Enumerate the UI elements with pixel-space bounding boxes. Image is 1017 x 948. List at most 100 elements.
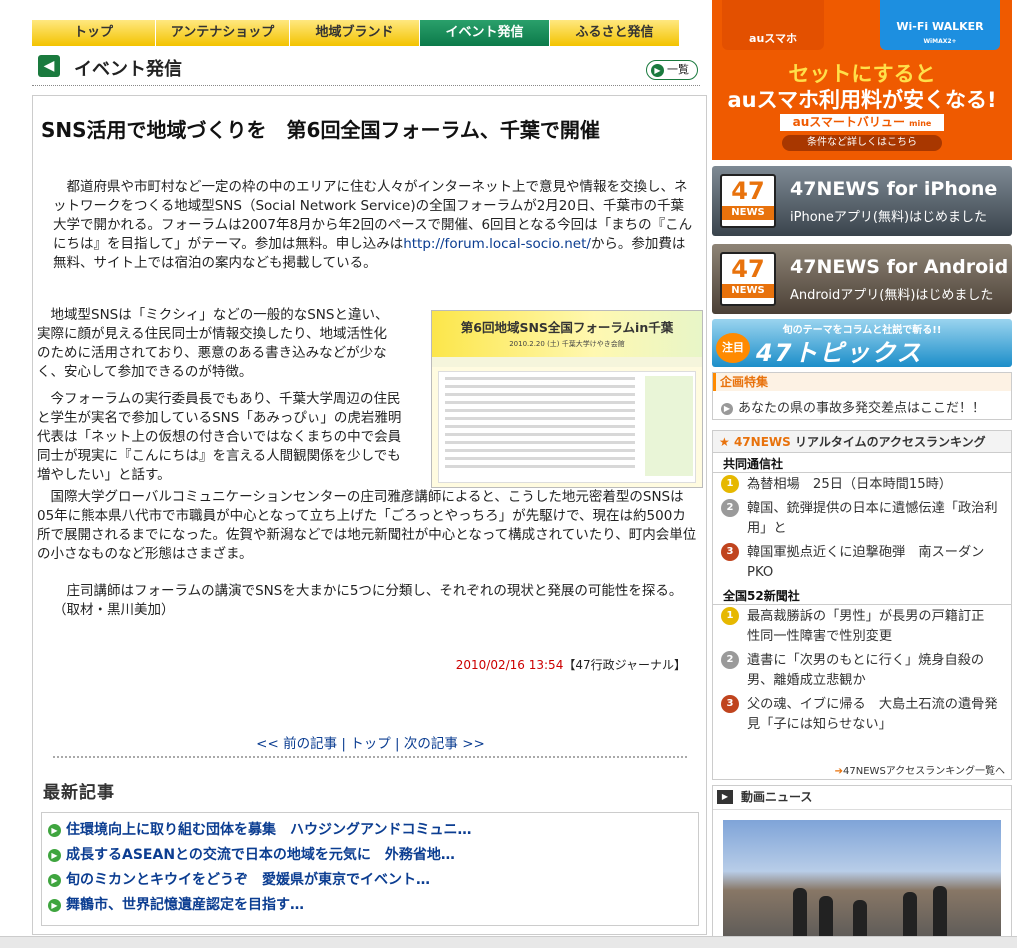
access-ranking: ★ 47NEWS リアルタイムのアクセスランキング 共同通信社 1 為替相場 25…	[712, 430, 1012, 780]
tab-antenna-shop[interactable]: アンテナショップ	[156, 20, 290, 46]
ranking-item[interactable]: 3 韓国軍拠点近くに迫撃砲弾 南スーダンPKO	[713, 541, 1011, 585]
logo-number: 47	[731, 255, 765, 283]
nav-separator: |	[341, 736, 346, 752]
article-paragraph: 国際大学グローバルコミュニケーションセンターの庄司雅彦講師によると、こうした地元…	[37, 489, 697, 562]
figure-title: 第6回地域SNS全国フォーラムin千葉	[460, 320, 674, 335]
nav-tabs: トップ アンテナショップ 地域ブランド イベント発信 ふるさと発信	[32, 20, 692, 46]
video-play-icon: ▶	[717, 790, 733, 804]
ranking-item-title: 最高裁勝訴の「男性」が長男の戸籍訂正 性同一性障害で性別変更	[747, 609, 998, 644]
figure-body	[438, 371, 696, 483]
ad-product-name-text: auスマートバリュー	[792, 115, 905, 129]
ranking-item[interactable]: 1 為替相場 25日（日本時間15時）	[713, 473, 1011, 497]
figure-sidebar	[645, 376, 693, 476]
section-title: イベント発信	[74, 59, 182, 80]
bullet-arrow-icon: ▶	[48, 899, 61, 912]
article-paragraph: 庄司講師はフォーラムの講演でSNSを大まかに5つに分類し、それぞれの現状と発展の…	[53, 583, 683, 618]
nav-separator: |	[395, 736, 400, 752]
top-link[interactable]: トップ	[350, 736, 391, 752]
latest-article-item[interactable]: ▶ 成長するASEANとの交流で日本の地域を元気に 外務省地…	[48, 844, 698, 869]
ranking-item-title: 父の魂、イブに帰る 大島土石流の遺骨発見「子には知らせない」	[747, 697, 998, 732]
rank-1-icon: 1	[721, 475, 739, 493]
ranking-item[interactable]: 1 最高裁勝訴の「男性」が長男の戸籍訂正 性同一性障害で性別変更	[713, 605, 1011, 649]
ranking-item-title: 韓国軍拠点近くに迫撃砲弾 南スーダンPKO	[747, 545, 985, 580]
au-ad-banner[interactable]: auスマホ Wi-Fi WALKER WiMAX2+ セットにすると auスマホ…	[712, 0, 1012, 160]
android-app-banner[interactable]: 47 NEWS 47NEWS for Android Androidアプリ(無料)…	[712, 244, 1012, 314]
latest-article-item[interactable]: ▶ 旬のミカンとキウイをどうぞ 愛媛県が東京でイベント…	[48, 869, 698, 894]
logo-word: NEWS	[722, 284, 774, 298]
47news-logo-icon: 47 NEWS	[720, 252, 776, 306]
video-header: ▶ 動画ニュース	[713, 786, 1011, 810]
prev-article-link[interactable]: << 前の記事	[256, 736, 337, 752]
latest-article-title: 成長するASEANとの交流で日本の地域を元気に 外務省地…	[66, 847, 455, 863]
article-source: 【47行政ジャーナル】	[563, 658, 686, 672]
47topics-banner[interactable]: 旬のテーマをコラムと社説で斬る!! 注目 47トピックス	[712, 319, 1012, 367]
latest-article-title: 住環境向上に取り組む団体を募集 ハウジングアンドコミュニ…	[66, 822, 472, 838]
ranking-more-link[interactable]: ➔47NEWSアクセスランキング一覧へ	[835, 762, 1005, 777]
article-date: 2010/02/16 13:54	[455, 658, 564, 672]
horizontal-scrollbar[interactable]	[0, 936, 1017, 948]
ad-product-name: auスマートバリュー mine	[780, 114, 944, 131]
app-name: 47NEWS for iPhone	[790, 178, 998, 200]
app-subtitle: iPhoneアプリ(無料)はじめました	[790, 210, 988, 225]
ad-left-label: auスマホ	[749, 32, 797, 45]
ranking-header-title: リアルタイムのアクセスランキング	[790, 435, 986, 449]
next-article-link[interactable]: 次の記事 >>	[404, 736, 485, 752]
ad-headline-2: auスマホ利用料が安くなる!	[727, 88, 997, 112]
tab-event[interactable]: イベント発信	[420, 20, 550, 46]
ad-product-name-small: mine	[909, 119, 932, 128]
app-subtitle: Androidアプリ(無料)はじめました	[790, 288, 994, 303]
play-icon: ▶	[651, 63, 664, 77]
tab-top[interactable]: トップ	[32, 20, 156, 46]
iphone-app-banner[interactable]: 47 NEWS 47NEWS for iPhone iPhoneアプリ(無料)はじ…	[712, 166, 1012, 236]
section-flag-icon: ◀	[38, 55, 60, 77]
ad-right-label-text: Wi-Fi WALKER	[896, 20, 984, 33]
article-dateline: 2010/02/16 13:54【47行政ジャーナル】	[456, 656, 686, 673]
ranking-item[interactable]: 2 韓国、銃弾提供の日本に遺憾伝達「政治利用」と	[713, 497, 1011, 541]
tab-furusato[interactable]: ふるさと発信	[550, 20, 680, 46]
tab-regional-brand[interactable]: 地域ブランド	[290, 20, 420, 46]
bullet-arrow-icon: ▶	[48, 824, 61, 837]
ranking-item-title: 韓国、銃弾提供の日本に遺憾伝達「政治利用」と	[747, 501, 998, 536]
ranking-header-brand: 47NEWS	[733, 435, 791, 449]
divider	[53, 756, 687, 758]
ranking-item-title: 為替相場 25日（日本時間15時）	[747, 477, 952, 492]
latest-articles-list: ▶ 住環境向上に取り組む団体を募集 ハウジングアンドコミュニ… ▶ 成長するASEA…	[41, 812, 699, 926]
figure-nav	[432, 357, 702, 367]
main-column: トップ アンテナショップ 地域ブランド イベント発信 ふるさと発信 ◀ イベント…	[32, 0, 707, 948]
latest-article-item[interactable]: ▶ 住環境向上に取り組む団体を募集 ハウジングアンドコミュニ…	[48, 819, 698, 844]
bullet-arrow-icon: ▶	[48, 849, 61, 862]
latest-article-item[interactable]: ▶ 舞鶴市、世界記憶遺産認定を目指す…	[48, 894, 698, 919]
video-news: ▶ 動画ニュース	[712, 785, 1012, 948]
article-headline: SNS活用で地域づくりを 第6回全国フォーラム、千葉で開催	[41, 118, 600, 142]
ranking-item[interactable]: 3 父の魂、イブに帰る 大島土石流の遺骨発見「子には知らせない」	[713, 693, 1011, 737]
arrow-right-icon: ▶	[721, 403, 733, 415]
video-thumbnail[interactable]	[723, 820, 1001, 948]
latest-articles-title: 最新記事	[43, 783, 115, 803]
feature-item[interactable]: ▶ あなたの県の事故多発交差点はここだ！！	[713, 391, 1011, 416]
article-image: 第6回地域SNS全国フォーラムin千葉 2010.2.20 (土) 千葉大学けやき…	[431, 310, 703, 488]
video-header-label: 動画ニュース	[741, 790, 813, 804]
list-button-label: 一覧	[667, 63, 689, 76]
47news-logo-icon: 47 NEWS	[720, 174, 776, 228]
forum-link[interactable]: http://forum.local-socio.net/	[403, 236, 591, 252]
ad-right-label: Wi-Fi WALKER WiMAX2+	[880, 20, 1000, 46]
rank-2-icon: 2	[721, 499, 739, 517]
ad-details-button[interactable]: 条件など詳しくはこちら	[782, 135, 942, 151]
article-paragraph: 地域型SNSは「ミクシィ」などの一般的なSNSと違い、実際に顔が見える住民同士が…	[37, 307, 389, 380]
feature-box: 企画特集 ▶ あなたの県の事故多発交差点はここだ！！	[712, 372, 1012, 420]
article-paragraph: 今フォーラムの実行委員長でもあり、千葉大学周辺の住民と学生が実名で参加しているS…	[37, 391, 402, 483]
au-phone-image: auスマホ	[722, 0, 824, 50]
ranking-item[interactable]: 2 遺書に「次男のもとに行く」焼身自殺の男、離婚成立悲観か	[713, 649, 1011, 693]
star-icon: ★	[719, 435, 730, 449]
latest-article-title: 舞鶴市、世界記憶遺産認定を目指す…	[66, 897, 304, 913]
logo-word: NEWS	[722, 206, 774, 220]
arrow-right-icon: ➔	[834, 766, 844, 777]
figure-banner: 第6回地域SNS全国フォーラムin千葉 2010.2.20 (土) 千葉大学けやき…	[432, 311, 702, 357]
rank-2-icon: 2	[721, 651, 739, 669]
bullet-arrow-icon: ▶	[48, 874, 61, 887]
article-navigation: << 前の記事 | トップ | 次の記事 >>	[33, 732, 708, 752]
feature-header: 企画特集	[713, 373, 1011, 391]
logo-number: 47	[731, 177, 765, 205]
list-button[interactable]: ▶ 一覧	[646, 60, 698, 80]
ranking-header: ★ 47NEWS リアルタイムのアクセスランキング	[713, 431, 1011, 453]
